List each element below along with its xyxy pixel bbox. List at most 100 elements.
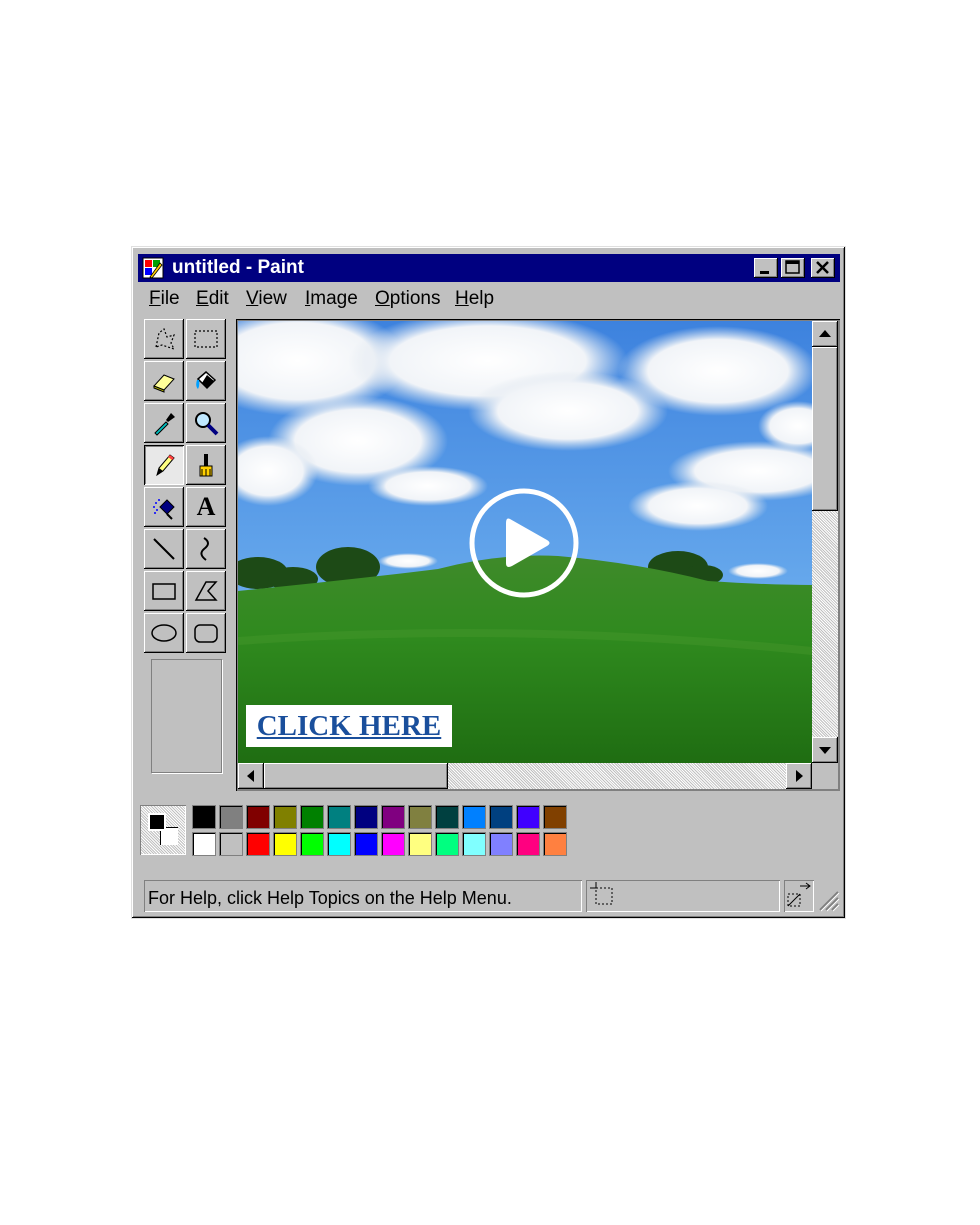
vertical-scroll-thumb[interactable] xyxy=(812,347,838,511)
scroll-down-button[interactable] xyxy=(812,737,838,763)
palette-swatch[interactable] xyxy=(408,832,432,856)
arrow-down-icon xyxy=(819,747,831,754)
scrollbar-corner xyxy=(812,763,838,789)
tool-eraser[interactable] xyxy=(144,361,184,401)
palette-swatch[interactable] xyxy=(219,805,243,829)
pencil-icon xyxy=(156,454,175,477)
maximize-icon xyxy=(785,260,800,274)
title-bar[interactable]: untitled - Paint xyxy=(138,254,840,282)
paint-window: untitled - Paint File Edit View Image Op… xyxy=(131,246,846,919)
tool-fill-with-color[interactable] xyxy=(186,361,226,401)
horizontal-scrollbar[interactable] xyxy=(238,763,812,789)
palette-swatch[interactable] xyxy=(273,805,297,829)
palette-swatch[interactable] xyxy=(327,805,351,829)
tool-rounded-rectangle[interactable] xyxy=(186,613,226,653)
paint-app-icon xyxy=(142,257,164,279)
minimize-button[interactable] xyxy=(754,258,778,278)
color-palette xyxy=(138,803,568,861)
tool-line[interactable] xyxy=(144,529,184,569)
maximize-button[interactable] xyxy=(781,258,805,278)
tool-options-box[interactable] xyxy=(151,659,222,773)
palette-swatch[interactable] xyxy=(435,805,459,829)
magnifier-icon xyxy=(195,412,219,436)
vertical-scrollbar[interactable] xyxy=(812,321,838,763)
palette-swatch[interactable] xyxy=(516,805,540,829)
status-size-pane xyxy=(784,880,814,912)
tool-pick-color[interactable] xyxy=(144,403,184,443)
palette-swatch[interactable] xyxy=(273,832,297,856)
status-help-pane: For Help, click Help Topics on the Help … xyxy=(144,880,582,912)
palette-swatch[interactable] xyxy=(246,805,270,829)
scroll-right-button[interactable] xyxy=(786,763,812,789)
menu-view[interactable]: View xyxy=(246,288,287,310)
menu-edit[interactable]: Edit xyxy=(196,288,229,310)
rounded-rectangle-icon xyxy=(194,624,218,643)
window-title: untitled - Paint xyxy=(172,257,304,278)
brush-icon xyxy=(199,454,213,477)
palette-swatch[interactable] xyxy=(327,832,351,856)
foreground-color-swatch[interactable] xyxy=(148,813,166,831)
ellipse-icon xyxy=(151,624,177,642)
palette-swatch[interactable] xyxy=(192,805,216,829)
line-icon xyxy=(153,538,175,560)
palette-swatch[interactable] xyxy=(354,805,378,829)
palette-swatch[interactable] xyxy=(543,832,567,856)
palette-swatch[interactable] xyxy=(354,832,378,856)
airbrush-icon xyxy=(153,499,175,520)
tool-rectangle[interactable] xyxy=(144,571,184,611)
palette-swatch[interactable] xyxy=(543,805,567,829)
palette-swatch[interactable] xyxy=(489,805,513,829)
tool-rectangle-select[interactable] xyxy=(186,319,226,359)
resize-grip-icon[interactable] xyxy=(816,888,840,912)
status-help-text: For Help, click Help Topics on the Help … xyxy=(148,888,512,908)
tool-polygon[interactable] xyxy=(186,571,226,611)
tool-curve[interactable] xyxy=(186,529,226,569)
menu-help[interactable]: Help xyxy=(455,288,494,310)
rectangle-icon xyxy=(152,583,176,600)
palette-swatch[interactable] xyxy=(462,832,486,856)
eraser-icon xyxy=(153,374,175,393)
palette-swatch[interactable] xyxy=(192,832,216,856)
tool-airbrush[interactable] xyxy=(144,487,184,527)
menu-file[interactable]: File xyxy=(149,288,180,310)
status-bar: For Help, click Help Topics on the Help … xyxy=(144,880,840,914)
horizontal-scroll-thumb[interactable] xyxy=(264,763,448,789)
tool-pencil[interactable] xyxy=(144,445,184,485)
palette-swatch[interactable] xyxy=(462,805,486,829)
close-icon xyxy=(816,261,829,274)
palette-swatch[interactable] xyxy=(489,832,513,856)
tool-text[interactable]: A xyxy=(186,487,226,527)
menu-bar: File Edit View Image Options Help xyxy=(138,285,838,313)
close-button[interactable] xyxy=(811,258,835,278)
palette-swatch[interactable] xyxy=(381,805,405,829)
tool-magnifier[interactable] xyxy=(186,403,226,443)
canvas-frame: CLICK HERE xyxy=(236,319,840,791)
eyedropper-icon xyxy=(154,413,175,436)
arrow-right-icon xyxy=(796,770,803,782)
free-form-select-icon xyxy=(155,328,176,351)
polygon-icon xyxy=(194,581,218,601)
palette-swatch[interactable] xyxy=(300,832,324,856)
tool-ellipse[interactable] xyxy=(144,613,184,653)
palette-swatch[interactable] xyxy=(300,805,324,829)
scroll-left-button[interactable] xyxy=(238,763,264,789)
palette-swatch[interactable] xyxy=(219,832,243,856)
status-position-pane xyxy=(586,880,780,912)
position-icon xyxy=(590,882,613,905)
fill-bucket-icon xyxy=(196,371,217,390)
palette-swatch[interactable] xyxy=(246,832,270,856)
palette-swatch[interactable] xyxy=(516,832,540,856)
tool-brush[interactable] xyxy=(186,445,226,485)
current-colors[interactable] xyxy=(140,805,186,855)
menu-options[interactable]: Options xyxy=(375,288,440,310)
scroll-up-button[interactable] xyxy=(812,321,838,347)
arrow-left-icon xyxy=(247,770,254,782)
palette-swatch[interactable] xyxy=(435,832,459,856)
play-icon[interactable] xyxy=(468,487,580,599)
menu-image[interactable]: Image xyxy=(305,288,358,310)
palette-swatch[interactable] xyxy=(381,832,405,856)
tool-free-form-select[interactable] xyxy=(144,319,184,359)
drawing-canvas[interactable]: CLICK HERE xyxy=(238,321,812,763)
click-here-link[interactable]: CLICK HERE xyxy=(246,705,452,747)
palette-swatch[interactable] xyxy=(408,805,432,829)
